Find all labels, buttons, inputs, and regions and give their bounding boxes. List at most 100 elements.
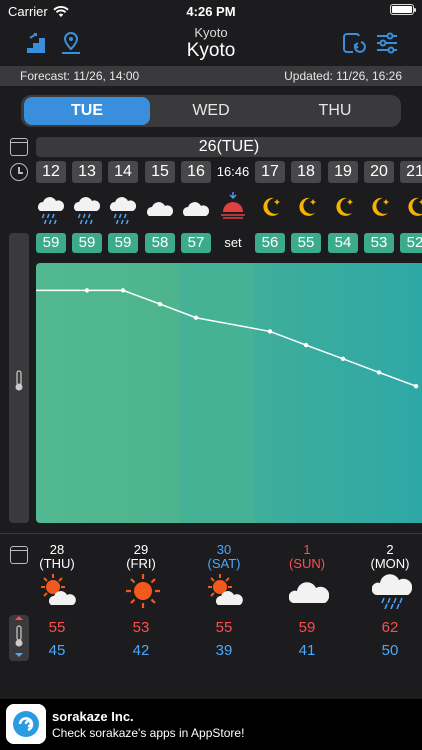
day-date: 2	[386, 542, 394, 557]
section-divider	[0, 533, 422, 534]
chart-night-band	[253, 263, 422, 523]
temperature-point	[413, 383, 419, 389]
refresh-icon[interactable]	[340, 30, 366, 56]
clock-time: 4:26 PM	[186, 4, 236, 19]
hour-cell: 20	[364, 161, 394, 183]
low-temp: 50	[381, 642, 399, 659]
hour-cell: 21	[400, 161, 422, 183]
temp-badge: 54	[328, 233, 358, 253]
weather-icon-row	[0, 192, 422, 226]
sunset-label: set	[224, 235, 242, 250]
temperature-chart	[36, 263, 422, 523]
day-date: 30	[216, 542, 232, 557]
temp-badge: 59	[36, 233, 66, 253]
tab-wed[interactable]: WED	[148, 97, 274, 125]
temp-badge: 52	[400, 233, 422, 253]
hour-cell: 16	[181, 161, 211, 183]
hour-cell: 19	[328, 161, 358, 183]
temp-badge: 53	[364, 233, 394, 253]
hour-row: 12 13 14 15 16 16:46 17 18 19 20 21	[0, 161, 422, 183]
day-header: 26(TUE)	[36, 137, 422, 157]
rain-cloud-icon	[110, 197, 136, 224]
high-temp: 55	[215, 619, 233, 636]
temp-badge: 56	[255, 233, 285, 253]
rain-cloud-icon	[74, 197, 100, 224]
temperature-point	[84, 288, 90, 293]
weekly-day-thu: 28 (THU) 55 45	[22, 542, 92, 659]
sun-icon	[126, 574, 160, 608]
low-temp: 41	[298, 642, 316, 659]
chart-thermometer-strip	[9, 233, 29, 523]
hour-cell: 14	[108, 161, 138, 183]
temperature-point	[376, 370, 382, 375]
moon-icon	[372, 197, 389, 216]
hour-cell: 17	[255, 161, 285, 183]
temperature-point	[120, 288, 126, 293]
weekly-day-sat: 30 (SAT) 55 39	[189, 542, 259, 659]
day-of-week: (FRI)	[126, 556, 156, 571]
high-temp: 55	[48, 619, 66, 636]
day-tabs: TUE WED THU	[21, 95, 401, 127]
updated-time: Updated: 11/26, 16:26	[284, 69, 402, 83]
chart-dusk-band	[180, 263, 253, 523]
tab-tue[interactable]: TUE	[24, 97, 150, 125]
low-temp: 45	[48, 642, 66, 659]
status-bar: Carrier 4:26 PM	[0, 0, 422, 22]
low-temp: 39	[215, 642, 233, 659]
moon-icon	[408, 197, 422, 216]
high-temp: 59	[298, 619, 316, 636]
forecast-info-bar: Forecast: 11/26, 14:00 Updated: 11/26, 1…	[0, 66, 422, 86]
moon-icon	[299, 197, 316, 216]
day-of-week: (SAT)	[207, 556, 241, 571]
temperature-point	[340, 356, 346, 361]
low-temp: 42	[132, 642, 150, 659]
moon-icon	[336, 197, 353, 216]
rain-cloud-icon	[38, 197, 64, 224]
weekly-day-fri: 29 (FRI) 53 42	[106, 542, 176, 659]
sun-cloud-icon	[208, 574, 243, 605]
temp-badge: 59	[108, 233, 138, 253]
nav-bar: Kyoto Kyoto	[0, 22, 422, 66]
sunset-icon	[221, 192, 245, 219]
hour-cell: 18	[291, 161, 321, 183]
temp-badge: 59	[72, 233, 102, 253]
day-date: 28	[49, 542, 65, 557]
hour-cell: 13	[72, 161, 102, 183]
ad-title: sorakaze Inc.	[52, 709, 134, 724]
temperature-point	[303, 342, 309, 348]
day-of-week: (MON)	[370, 556, 410, 571]
day-date: 29	[133, 542, 149, 557]
rain-cloud-icon	[372, 574, 412, 609]
cloud-icon	[147, 202, 174, 216]
temperature-point	[157, 301, 163, 307]
temperature-point	[267, 329, 273, 334]
app-logo-icon	[6, 704, 46, 744]
sunset-time: 16:46	[216, 164, 250, 179]
weekly-day-mon: 2 (MON) 62 50	[355, 542, 422, 659]
settings-sliders-icon[interactable]	[374, 30, 400, 56]
day-of-week: (SUN)	[288, 556, 326, 571]
cloud-icon	[289, 582, 329, 603]
high-temp: 62	[381, 619, 399, 636]
temperature-point	[193, 315, 199, 320]
sun-cloud-icon	[41, 574, 76, 605]
day-of-week: (THU)	[39, 556, 75, 571]
moon-icon	[263, 197, 280, 216]
day-date: 1	[303, 542, 311, 557]
hour-cell: 12	[36, 161, 66, 183]
cloud-icon	[183, 202, 210, 216]
ad-text: Check sorakaze's apps in AppStore!	[52, 726, 245, 740]
weekly-day-sun: 1 (SUN) 59 41	[272, 542, 342, 659]
high-temp: 53	[132, 619, 150, 636]
thermometer-icon	[15, 370, 23, 391]
temp-badge: 58	[145, 233, 175, 253]
battery-icon	[390, 4, 416, 15]
hour-cell: 15	[145, 161, 175, 183]
calendar-icon	[10, 138, 28, 156]
chart-day-band	[36, 263, 180, 523]
temp-badge: 55	[291, 233, 321, 253]
tab-thu[interactable]: THU	[272, 97, 398, 125]
temp-badge: 57	[181, 233, 211, 253]
forecast-time: Forecast: 11/26, 14:00	[20, 69, 140, 83]
ad-banner[interactable]: sorakaze Inc. Check sorakaze's apps in A…	[0, 699, 422, 750]
